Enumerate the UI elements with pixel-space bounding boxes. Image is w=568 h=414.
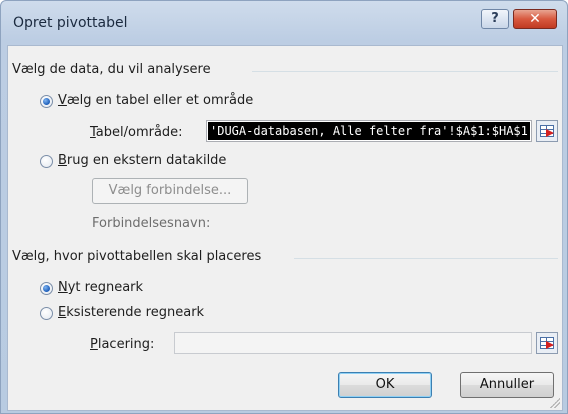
- close-button[interactable]: ✕: [513, 9, 557, 29]
- table-range-label-text: abel/område:: [95, 125, 183, 140]
- mnemonic-n: N: [58, 280, 68, 295]
- resize-grip[interactable]: [550, 398, 560, 408]
- table-range-value: 'DUGA-databasen, Alle felter fra'!$A$1:$…: [208, 122, 530, 140]
- radio-new-worksheet-text: yt regneark: [67, 280, 144, 295]
- cancel-button[interactable]: Annuller: [460, 372, 554, 398]
- radio-external-source[interactable]: [40, 155, 53, 168]
- radio-new-worksheet-label[interactable]: Nyt regneark: [58, 280, 143, 295]
- collapse-dialog-button-location[interactable]: [536, 332, 558, 354]
- connection-name-label: Forbindelsesnavn:: [92, 216, 211, 231]
- radio-existing-worksheet-text: ksisterende regneark: [66, 305, 205, 320]
- ok-button[interactable]: OK: [338, 372, 432, 398]
- radio-existing-worksheet-label[interactable]: Eksisterende regneark: [58, 305, 204, 320]
- dialog-title: Opret pivottabel: [13, 15, 128, 31]
- dialog-window: Opret pivottabel ? ✕ Vælg de data, du vi…: [0, 0, 568, 414]
- placement-section-divider: [294, 258, 558, 259]
- radio-new-worksheet[interactable]: [40, 282, 53, 295]
- radio-table-range-label[interactable]: Vælg en tabel eller et område: [58, 93, 253, 108]
- location-input[interactable]: [174, 332, 532, 354]
- data-section-divider: [252, 71, 558, 72]
- choose-connection-button[interactable]: Vælg forbindelse...: [92, 178, 248, 204]
- collapse-dialog-button-table[interactable]: [536, 120, 558, 142]
- table-range-label: Tabel/område:: [90, 125, 183, 140]
- radio-table-range[interactable]: [40, 95, 53, 108]
- mnemonic-v: V: [58, 93, 67, 108]
- help-button[interactable]: ?: [481, 9, 509, 29]
- location-label-text: lacering:: [97, 337, 155, 352]
- radio-table-range-text: ælg en tabel eller et område: [66, 93, 254, 108]
- table-range-input[interactable]: 'DUGA-databasen, Alle felter fra'!$A$1:$…: [206, 120, 532, 142]
- data-section-heading: Vælg de data, du vil analysere: [12, 62, 211, 77]
- mnemonic-p: P: [90, 337, 98, 352]
- mnemonic-b: B: [58, 153, 67, 168]
- radio-selected-dot: [43, 98, 50, 105]
- radio-selected-dot: [43, 285, 50, 292]
- radio-external-source-text: rug en ekstern datakilde: [66, 153, 227, 168]
- radio-existing-worksheet[interactable]: [40, 307, 53, 320]
- mnemonic-e: E: [58, 305, 67, 320]
- location-label: Placering:: [90, 337, 154, 352]
- dialog-body: Vælg de data, du vil analysere Vælg en t…: [7, 45, 563, 411]
- placement-section-heading: Vælg, hvor pivottabellen skal placeres: [12, 249, 262, 264]
- radio-external-source-label[interactable]: Brug en ekstern datakilde: [58, 153, 226, 168]
